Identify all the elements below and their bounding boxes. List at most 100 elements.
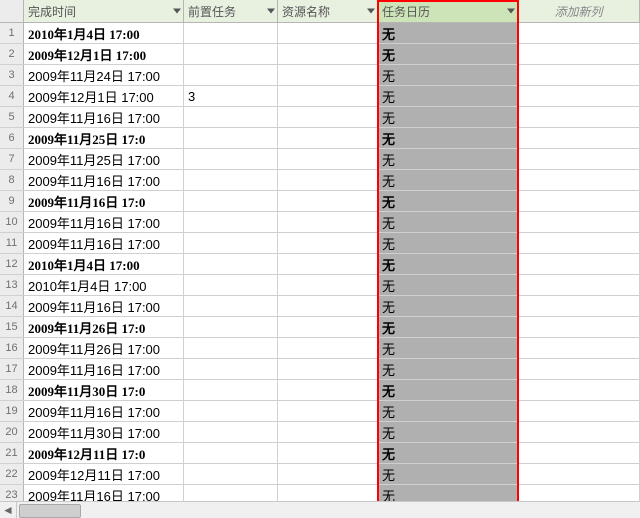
cell-predecessor[interactable] (184, 338, 278, 358)
cell-add-column[interactable] (518, 65, 640, 85)
scrollbar-thumb[interactable] (19, 504, 81, 518)
cell-task-calendar[interactable]: 无 (378, 170, 518, 190)
cell-task-calendar[interactable]: 无 (378, 338, 518, 358)
cell-resource-name[interactable] (278, 170, 378, 190)
cell-finish-time[interactable]: 2009年11月25日 17:0 (24, 128, 184, 148)
cell-add-column[interactable] (518, 464, 640, 484)
cell-add-column[interactable] (518, 212, 640, 232)
row-number[interactable]: 8 (0, 170, 24, 190)
cell-finish-time[interactable]: 2009年11月16日 17:00 (24, 170, 184, 190)
cell-predecessor[interactable] (184, 191, 278, 211)
cell-resource-name[interactable] (278, 86, 378, 106)
row-number[interactable]: 5 (0, 107, 24, 127)
cell-finish-time[interactable]: 2009年12月11日 17:00 (24, 464, 184, 484)
cell-finish-time[interactable]: 2009年11月16日 17:00 (24, 401, 184, 421)
cell-add-column[interactable] (518, 443, 640, 463)
cell-predecessor[interactable] (184, 107, 278, 127)
cell-resource-name[interactable] (278, 422, 378, 442)
cell-add-column[interactable] (518, 149, 640, 169)
cell-finish-time[interactable]: 2009年11月30日 17:0 (24, 380, 184, 400)
cell-finish-time[interactable]: 2010年1月4日 17:00 (24, 23, 184, 43)
row-number[interactable]: 21 (0, 443, 24, 463)
cell-finish-time[interactable]: 2009年11月26日 17:00 (24, 338, 184, 358)
column-header-task-calendar[interactable]: 任务日历 (378, 0, 518, 22)
scrollbar-track[interactable] (17, 502, 640, 518)
cell-resource-name[interactable] (278, 107, 378, 127)
cell-add-column[interactable] (518, 401, 640, 421)
cell-finish-time[interactable]: 2009年11月25日 17:00 (24, 149, 184, 169)
cell-task-calendar[interactable]: 无 (378, 23, 518, 43)
cell-resource-name[interactable] (278, 443, 378, 463)
row-number[interactable]: 18 (0, 380, 24, 400)
column-header-finish-time[interactable]: 完成时间 (24, 0, 184, 22)
chevron-down-icon[interactable] (173, 9, 181, 14)
cell-resource-name[interactable] (278, 296, 378, 316)
cell-predecessor[interactable] (184, 23, 278, 43)
chevron-down-icon[interactable] (507, 9, 515, 14)
cell-finish-time[interactable]: 2009年11月16日 17:00 (24, 296, 184, 316)
cell-finish-time[interactable]: 2009年11月16日 17:00 (24, 212, 184, 232)
row-number-header[interactable] (0, 0, 24, 22)
cell-add-column[interactable] (518, 170, 640, 190)
cell-add-column[interactable] (518, 317, 640, 337)
cell-task-calendar[interactable]: 无 (378, 254, 518, 274)
row-number[interactable]: 4 (0, 86, 24, 106)
cell-predecessor[interactable] (184, 254, 278, 274)
cell-add-column[interactable] (518, 191, 640, 211)
cell-predecessor[interactable] (184, 65, 278, 85)
cell-finish-time[interactable]: 2009年11月16日 17:00 (24, 107, 184, 127)
row-number[interactable]: 7 (0, 149, 24, 169)
cell-predecessor[interactable]: 3 (184, 86, 278, 106)
cell-finish-time[interactable]: 2010年1月4日 17:00 (24, 254, 184, 274)
cell-finish-time[interactable]: 2009年11月16日 17:00 (24, 359, 184, 379)
cell-task-calendar[interactable]: 无 (378, 86, 518, 106)
cell-predecessor[interactable] (184, 296, 278, 316)
cell-task-calendar[interactable]: 无 (378, 128, 518, 148)
horizontal-scrollbar[interactable]: ◄ (0, 501, 640, 518)
cell-task-calendar[interactable]: 无 (378, 275, 518, 295)
cell-add-column[interactable] (518, 86, 640, 106)
cell-add-column[interactable] (518, 128, 640, 148)
cell-finish-time[interactable]: 2009年11月16日 17:00 (24, 233, 184, 253)
cell-resource-name[interactable] (278, 212, 378, 232)
cell-predecessor[interactable] (184, 233, 278, 253)
column-header-add-column[interactable]: 添加新列 (518, 0, 640, 22)
cell-predecessor[interactable] (184, 44, 278, 64)
cell-task-calendar[interactable]: 无 (378, 380, 518, 400)
cell-resource-name[interactable] (278, 464, 378, 484)
cell-resource-name[interactable] (278, 65, 378, 85)
row-number[interactable]: 19 (0, 401, 24, 421)
cell-add-column[interactable] (518, 44, 640, 64)
cell-add-column[interactable] (518, 233, 640, 253)
chevron-down-icon[interactable] (367, 9, 375, 14)
cell-resource-name[interactable] (278, 254, 378, 274)
row-number[interactable]: 14 (0, 296, 24, 316)
cell-add-column[interactable] (518, 380, 640, 400)
cell-task-calendar[interactable]: 无 (378, 422, 518, 442)
cell-resource-name[interactable] (278, 317, 378, 337)
column-header-predecessor[interactable]: 前置任务 (184, 0, 278, 22)
cell-task-calendar[interactable]: 无 (378, 149, 518, 169)
cell-finish-time[interactable]: 2009年11月30日 17:00 (24, 422, 184, 442)
row-number[interactable]: 12 (0, 254, 24, 274)
cell-add-column[interactable] (518, 107, 640, 127)
row-number[interactable]: 9 (0, 191, 24, 211)
cell-predecessor[interactable] (184, 317, 278, 337)
cell-add-column[interactable] (518, 359, 640, 379)
cell-predecessor[interactable] (184, 170, 278, 190)
cell-finish-time[interactable]: 2010年1月4日 17:00 (24, 275, 184, 295)
cell-resource-name[interactable] (278, 128, 378, 148)
cell-predecessor[interactable] (184, 422, 278, 442)
cell-predecessor[interactable] (184, 401, 278, 421)
cell-resource-name[interactable] (278, 191, 378, 211)
cell-finish-time[interactable]: 2009年11月26日 17:0 (24, 317, 184, 337)
cell-task-calendar[interactable]: 无 (378, 296, 518, 316)
cell-task-calendar[interactable]: 无 (378, 212, 518, 232)
cell-predecessor[interactable] (184, 464, 278, 484)
cell-predecessor[interactable] (184, 275, 278, 295)
cell-resource-name[interactable] (278, 275, 378, 295)
cell-finish-time[interactable]: 2009年12月1日 17:00 (24, 44, 184, 64)
cell-resource-name[interactable] (278, 359, 378, 379)
row-number[interactable]: 22 (0, 464, 24, 484)
cell-predecessor[interactable] (184, 359, 278, 379)
